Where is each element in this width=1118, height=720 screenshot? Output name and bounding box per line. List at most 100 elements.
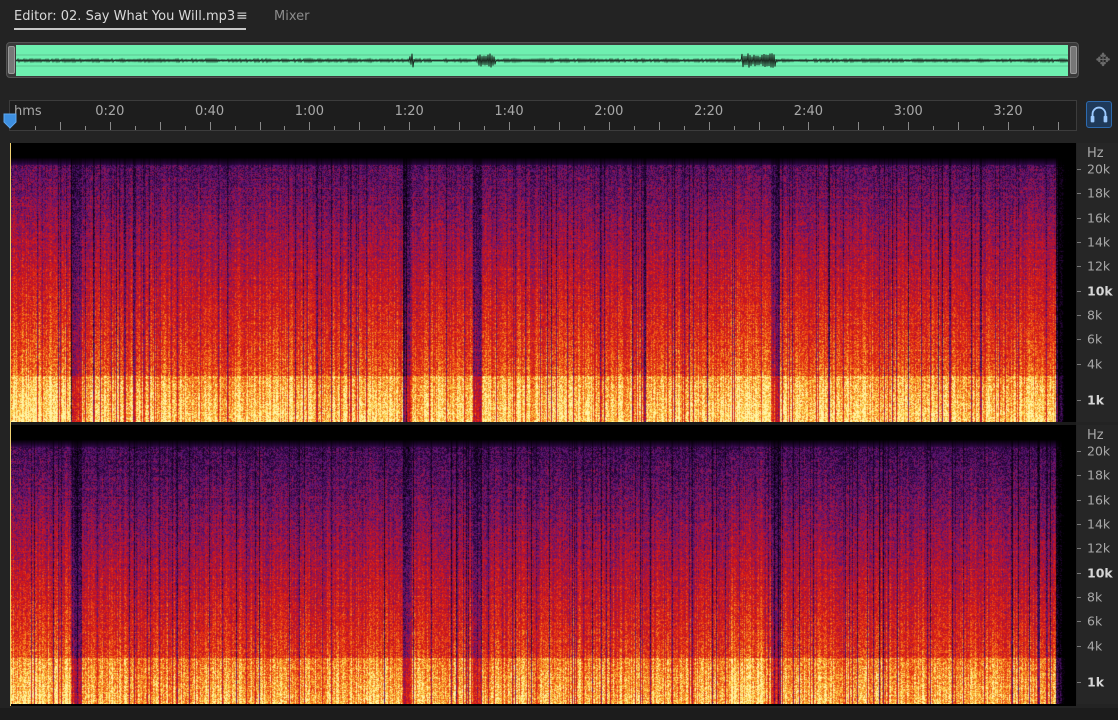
time-tick xyxy=(309,122,311,130)
frequency-tick xyxy=(1077,499,1081,501)
spectral-frequency-display[interactable] xyxy=(10,143,1076,706)
frequency-tick-label: 12k xyxy=(1087,258,1111,274)
time-tick xyxy=(933,126,935,130)
frequency-tick-label: 18k xyxy=(1087,185,1111,201)
frequency-axis-upper[interactable]: Hz 20k 18k 16k 14k 12k 10k 8k 6k 4k 1k xyxy=(1077,143,1118,422)
time-tick xyxy=(1008,122,1009,130)
frequency-tick-label: 14k xyxy=(1087,516,1111,532)
channel-right-spectrogram[interactable] xyxy=(10,425,1076,704)
time-tick-label: 3:00 xyxy=(893,104,923,119)
playhead-cursor-line[interactable] xyxy=(10,143,11,706)
time-tick xyxy=(858,122,860,130)
frequency-tick xyxy=(1077,621,1081,623)
frequency-tick xyxy=(1077,548,1081,550)
frequency-tick-label: 1k xyxy=(1087,392,1105,408)
time-unit-label: hms xyxy=(14,104,42,119)
time-tick-label: 1:20 xyxy=(394,104,424,119)
time-tick-label: 2:00 xyxy=(594,104,624,119)
status-bar xyxy=(0,708,1118,720)
frequency-tick xyxy=(1077,400,1081,401)
active-tab-underline xyxy=(14,28,246,30)
frequency-tick-label: 1k xyxy=(1087,674,1105,690)
frequency-tick-label: 6k xyxy=(1087,613,1103,629)
overview-waveform[interactable] xyxy=(16,45,1068,76)
overview-timeline[interactable] xyxy=(6,42,1079,78)
time-tick xyxy=(384,126,386,130)
frequency-tick xyxy=(1077,314,1081,316)
spectrogram-left-canvas xyxy=(10,143,1076,422)
time-tick xyxy=(459,122,461,130)
frequency-tick-label: 20k xyxy=(1087,443,1111,459)
frequency-tick xyxy=(1077,241,1081,243)
tab-mixer[interactable]: Mixer xyxy=(274,9,309,24)
frequency-tick xyxy=(1077,193,1081,195)
frequency-tick xyxy=(1077,645,1081,647)
time-tick xyxy=(1032,126,1034,130)
time-tick-label: 0:20 xyxy=(95,104,125,119)
time-tick xyxy=(334,126,336,130)
time-tick xyxy=(783,126,785,130)
ruler-resize-grip[interactable] xyxy=(574,133,604,148)
playhead-marker-icon[interactable] xyxy=(3,113,17,129)
time-tick xyxy=(608,122,610,130)
frequency-tick xyxy=(1077,363,1081,365)
time-tick xyxy=(259,122,261,130)
frequency-tick xyxy=(1077,451,1081,452)
time-tick-label: 1:40 xyxy=(494,104,524,119)
time-tick xyxy=(509,122,510,130)
frequency-tick xyxy=(1077,339,1081,341)
frequency-tick xyxy=(1077,475,1081,477)
overview-waveform-graphic xyxy=(16,53,1068,68)
time-tick xyxy=(484,126,486,130)
time-tick xyxy=(34,126,36,130)
zoom-navigator-icon[interactable]: ✥ xyxy=(1092,50,1114,72)
time-tick xyxy=(683,126,685,130)
headphones-icon[interactable] xyxy=(1086,101,1112,128)
frequency-tick-label: 20k xyxy=(1087,161,1111,177)
time-tick xyxy=(1057,122,1059,130)
time-tick xyxy=(184,126,186,130)
time-tick xyxy=(59,122,61,130)
frequency-tick-label: 18k xyxy=(1087,467,1111,483)
time-tick-label: 2:20 xyxy=(693,104,724,119)
frequency-tick-label: 8k xyxy=(1087,589,1103,605)
overview-right-handle[interactable] xyxy=(1070,46,1077,74)
time-tick xyxy=(84,126,86,130)
frequency-tick-label: 8k xyxy=(1087,307,1103,323)
overview-left-handle[interactable] xyxy=(8,46,15,74)
audition-editor-window: Editor: 02. Say What You Will.mp3 ≡ Mixe… xyxy=(0,0,1118,720)
time-tick xyxy=(958,122,960,130)
frequency-tick xyxy=(1077,217,1081,219)
hamburger-menu-icon[interactable]: ≡ xyxy=(236,9,248,23)
channel-left-spectrogram[interactable] xyxy=(10,143,1076,422)
time-tick xyxy=(583,126,585,130)
time-tick xyxy=(409,122,411,130)
time-tick xyxy=(359,122,361,130)
frequency-tick xyxy=(1077,290,1081,292)
time-tick-label: 2:40 xyxy=(793,104,823,119)
frequency-tick-label: 4k xyxy=(1087,356,1103,372)
spectrogram-right-canvas xyxy=(10,425,1076,704)
time-tick xyxy=(558,122,560,130)
frequency-tick-label: 10k xyxy=(1087,565,1113,581)
time-tick xyxy=(708,122,710,130)
time-tick xyxy=(209,122,211,130)
frequency-tick xyxy=(1077,523,1081,525)
time-tick xyxy=(658,122,660,130)
time-tick xyxy=(758,122,760,130)
frequency-unit-label: Hz xyxy=(1087,146,1104,161)
time-tick xyxy=(284,126,286,130)
headphones-glyph xyxy=(1090,106,1108,123)
tab-editor[interactable]: Editor: 02. Say What You Will.mp3 ≡ xyxy=(14,7,248,30)
time-tick-label: 3:20 xyxy=(993,104,1023,119)
time-tick xyxy=(159,122,161,130)
frequency-tick-label: 6k xyxy=(1087,331,1103,347)
time-tick xyxy=(983,126,985,130)
frequency-tick xyxy=(1077,266,1081,268)
time-tick xyxy=(234,126,236,130)
frequency-tick xyxy=(1077,572,1081,574)
frequency-axis-lower[interactable]: Hz 20k 18k 16k 14k 12k 10k 8k 6k 4k 1k xyxy=(1077,425,1118,704)
frequency-unit-label: Hz xyxy=(1087,428,1104,443)
time-ruler[interactable]: hms 0:20 0:40 1:00 1:20 1:40 2:00 2:20 2:40 3:00… xyxy=(9,100,1077,131)
time-tick xyxy=(883,126,885,130)
